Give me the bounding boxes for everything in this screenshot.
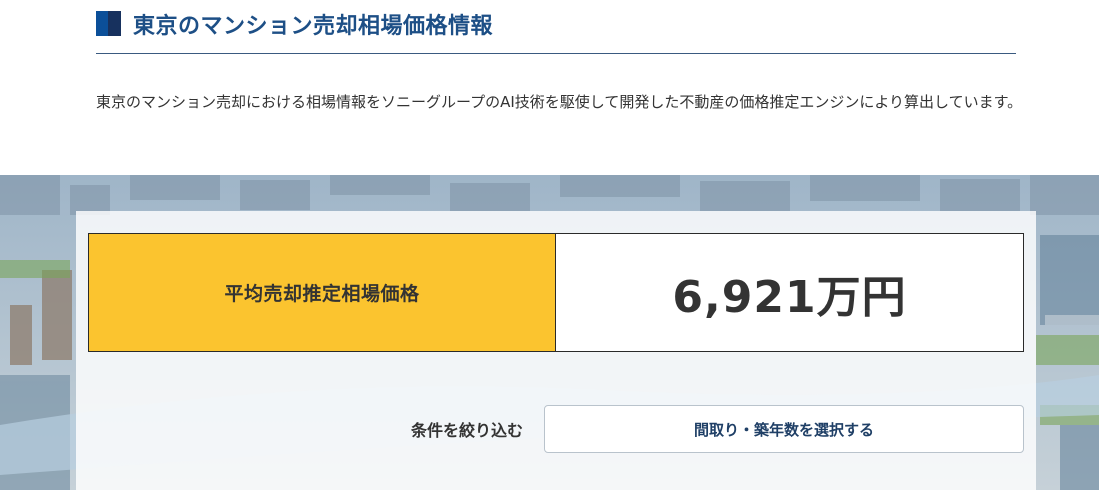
price-label-cell: 平均売却推定相場価格	[89, 234, 556, 351]
heading-square-left	[96, 11, 108, 36]
page-title: 東京のマンション売却相場価格情報	[133, 13, 494, 39]
heading-square-right	[108, 11, 121, 36]
price-value-cell: 6,921万円	[556, 234, 1023, 351]
description-text: 東京のマンション売却における相場情報をソニーグループのAI技術を駆使して開発した…	[96, 93, 1023, 111]
heading-square-icon	[96, 11, 121, 36]
section-heading: 東京のマンション売却相場価格情報	[96, 0, 1016, 54]
page: 東京のマンション売却相場価格情報 東京のマンション売却における相場情報をソニーグ…	[0, 0, 1099, 490]
price-label: 平均売却推定相場価格	[224, 283, 420, 305]
price-table: 平均売却推定相場価格 6,921万円	[88, 233, 1024, 352]
filter-row: 条件を絞り込む 間取り・築年数を選択する	[76, 405, 1036, 453]
select-floorplan-age-button[interactable]: 間取り・築年数を選択する	[544, 405, 1024, 453]
price-panel: 平均売却推定相場価格 6,921万円 条件を絞り込む 間取り・築年数を選択する	[76, 211, 1036, 490]
hero-city-background: 平均売却推定相場価格 6,921万円 条件を絞り込む 間取り・築年数を選択する	[0, 175, 1099, 490]
filter-label: 条件を絞り込む	[410, 421, 523, 440]
price-value: 6,921万円	[672, 271, 907, 323]
